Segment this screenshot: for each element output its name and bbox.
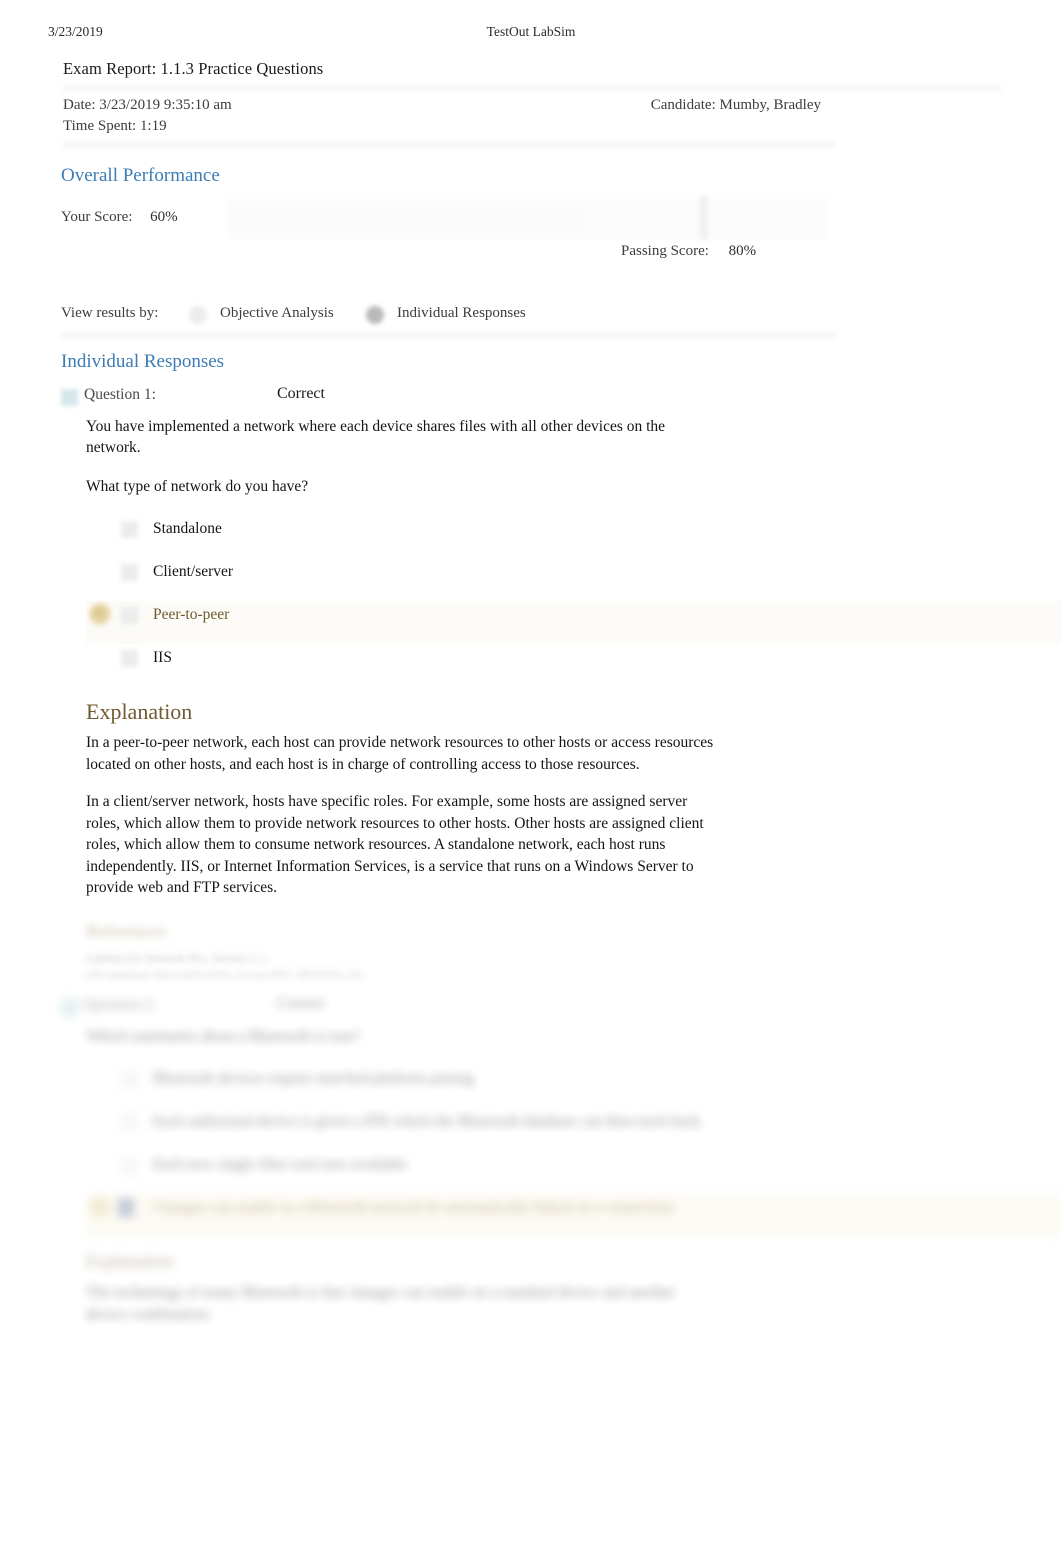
report-time-spent: Time Spent: 1:19 [63,118,167,134]
question-1-explanation-paragraph-1: In a peer-to-peer network, each host can… [86,734,714,773]
checkbox-icon[interactable] [121,1157,138,1174]
question-status-icon [61,389,78,406]
individual-responses-heading: Individual Responses [61,351,225,372]
question-2-status: Correct [277,995,325,1012]
print-app-title: TestOut LabSim [486,24,576,39]
option-label: Each authorized device is given a PIN wh… [153,1113,701,1130]
exam-report-page: 3/23/2019 TestOut LabSim Exam Report: 1.… [0,0,1062,1561]
question-1-references-heading: References [86,920,166,941]
page-title: Exam Report: 1.1.3 Practice Questions [63,59,324,78]
option-row-selected[interactable]: Changes can enable in a Bluetooth networ… [86,1194,1062,1237]
passing-score-label: Passing Score: [621,243,709,259]
question-status-icon [61,999,78,1016]
radio-individual-responses-label[interactable]: Individual Responses [397,305,526,322]
question-2-header: Question 2: Correct [0,995,1062,1026]
meta-divider [63,140,835,150]
question-2-explanation-paragraph-1: The technology of many Bluetooth is that… [86,1284,676,1323]
score-bar [228,196,828,240]
correct-answer-icon [89,1196,112,1219]
option-row[interactable]: Client/server [86,558,1062,601]
your-score-label: Your Score: [61,209,133,225]
question-1-reference-line-1: LabSim for Network Pro, Section 1.1. [86,950,269,965]
your-score-value: 60% [150,209,178,225]
checkbox-icon[interactable] [121,1114,138,1131]
correct-answer-icon [89,603,112,626]
question-1-status: Correct [277,385,325,402]
option-row[interactable]: IIS [86,644,1062,687]
overall-performance-heading: Overall Performance [61,165,220,186]
flag-icon [118,1198,134,1217]
title-divider [63,84,1001,93]
checkbox-icon[interactable] [121,521,138,538]
checkbox-icon[interactable] [121,1071,138,1088]
question-2-label: Question 2: [84,996,156,1013]
question-1-body: You have implemented a network where eac… [0,416,1062,984]
question-1-label: Question 1: [84,386,156,403]
option-label: Standalone [153,520,222,537]
question-2-stem-line-1: Which statements about a Bluetooth is tr… [86,1028,360,1045]
option-label: Changes can enable in a Bluetooth networ… [153,1199,674,1216]
question-1-header: Question 1: Correct [0,385,1062,416]
question-1-options: Standalone Client/server Peer-to-peer II… [86,515,1062,687]
view-results-label: View results by: [61,305,159,321]
question-1-explanation-paragraph-2: In a client/server network, hosts have s… [86,793,704,896]
report-meta: Date: 3/23/2019 9:35:10 am Candidate: Mu… [63,97,1001,139]
option-row[interactable]: Each authorized device is given a PIN wh… [86,1108,1062,1151]
option-label: IIS [153,649,172,666]
option-row-selected[interactable]: Peer-to-peer [86,601,1062,644]
question-block-1: Question 1: Correct You have implemented… [0,385,1062,984]
radio-objective-analysis-label[interactable]: Objective Analysis [220,305,334,322]
option-row[interactable]: Each new single filter tool uses availab… [86,1151,1062,1194]
question-1-stem-line-2: What type of network do you have? [86,478,309,495]
passing-score-marker [699,196,708,240]
checkbox-icon[interactable] [121,607,138,624]
option-label: Each new single filter tool uses availab… [153,1156,407,1173]
checkbox-icon[interactable] [121,650,138,667]
question-2-body: Which statements about a Bluetooth is tr… [0,1026,1062,1325]
print-header: 3/23/2019 TestOut LabSim [0,24,1062,42]
view-results-divider [61,330,836,340]
score-bar-fill [229,201,587,235]
option-label: Bluetooth devices require matched platfo… [153,1070,474,1087]
question-2-options: Bluetooth devices require matched platfo… [86,1065,1062,1237]
report-date: Date: 3/23/2019 9:35:10 am [63,97,232,113]
option-row[interactable]: Standalone [86,515,1062,558]
option-label: Peer-to-peer [153,606,230,623]
option-row[interactable]: Bluetooth devices require matched platfo… [86,1065,1062,1108]
your-score-row: Your Score: 60% [61,209,178,226]
question-1-reference-line-2: [All Questions NetworkPro2018_v6.exm NET… [86,968,364,981]
radio-objective-analysis[interactable] [189,306,207,324]
question-1-explanation-heading: Explanation [86,699,193,724]
passing-score-row: Passing Score: 80% [621,243,756,260]
question-block-2: Question 2: Correct Which statements abo… [0,995,1062,1341]
checkbox-icon[interactable] [121,564,138,581]
radio-individual-responses[interactable] [366,306,384,324]
passing-score-value: 80% [728,243,757,259]
question-1-stem-line-1: You have implemented a network where eac… [86,418,666,456]
option-label: Client/server [153,563,234,580]
report-candidate: Candidate: Mumby, Bradley [650,97,821,113]
question-2-explanation-heading: Explanation [86,1251,173,1271]
